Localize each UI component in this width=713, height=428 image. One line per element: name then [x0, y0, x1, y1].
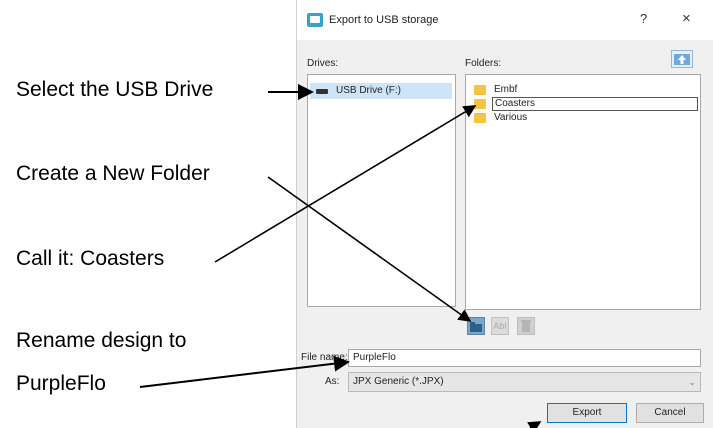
annotation-arrows: [139, 84, 542, 428]
arrow-to-new-folder-button: [267, 176, 472, 322]
arrow-to-file-name: [139, 355, 350, 388]
arrow-to-export-button: [527, 421, 542, 428]
arrow-to-coasters-folder: [214, 105, 477, 263]
